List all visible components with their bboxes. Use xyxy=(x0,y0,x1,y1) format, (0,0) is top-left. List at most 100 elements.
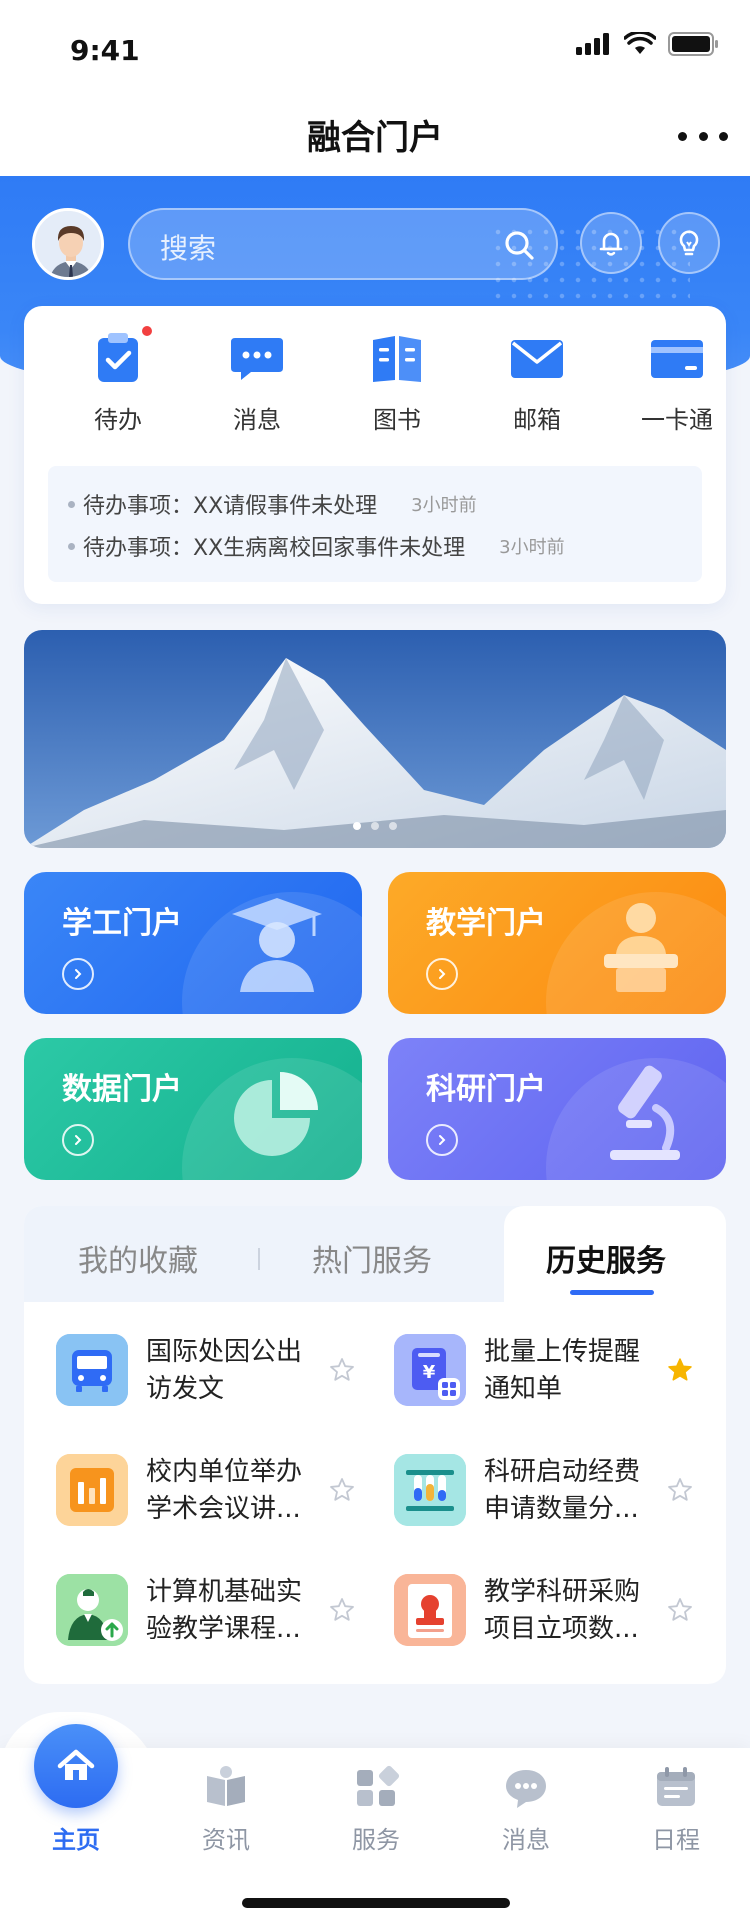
pie-chart-icon xyxy=(234,1072,318,1156)
star-outline-icon[interactable] xyxy=(328,1596,356,1624)
quick-action-label: 邮箱 xyxy=(513,406,561,434)
home-icon xyxy=(57,1749,95,1780)
quick-action-campus-card[interactable]: 一卡通 xyxy=(617,328,737,435)
tab-messages[interactable]: 消息 xyxy=(471,1762,581,1855)
todo-time: 3小时前 xyxy=(499,537,565,558)
todo-item[interactable]: 待办事项：XX生病离校回家事件未处理 3小时前 xyxy=(68,530,565,562)
tab-schedule[interactable]: 日程 xyxy=(621,1762,731,1855)
star-filled-icon[interactable] xyxy=(666,1356,694,1384)
todo-clipboard-icon xyxy=(98,333,138,382)
todo-text: 待办事项：XX生病离校回家事件未处理 xyxy=(83,536,466,561)
service-title-line: 校内单位举办 xyxy=(146,1457,303,1487)
teacher-upload-icon xyxy=(56,1574,128,1646)
tab-history[interactable]: 历史服务 xyxy=(546,1236,666,1280)
arrow-right-icon[interactable] xyxy=(62,1124,94,1156)
service-title-line: 国际处因公出 xyxy=(146,1337,303,1367)
service-title: 计算机基础实 验教学课程... xyxy=(146,1574,326,1648)
portal-research[interactable]: 科研门户 xyxy=(388,1038,726,1180)
tab-divider xyxy=(258,1248,260,1270)
service-title: 科研启动经费 申请数量分... xyxy=(484,1454,664,1528)
service-item[interactable]: 科研启动经费 申请数量分... xyxy=(394,1454,726,1554)
service-title-line: 访发文 xyxy=(146,1374,225,1404)
carousel-dot[interactable] xyxy=(353,822,361,830)
arrow-right-icon[interactable] xyxy=(426,958,458,990)
tab-label: 消息 xyxy=(502,1826,550,1854)
bullet xyxy=(68,542,75,550)
service-title: 校内单位举办 学术会议讲... xyxy=(146,1454,326,1528)
arrow-right-icon[interactable] xyxy=(426,1124,458,1156)
banner-carousel[interactable] xyxy=(24,630,726,848)
lecture-podium-icon xyxy=(604,903,678,992)
search-icon[interactable] xyxy=(502,228,536,262)
portal-title: 教学门户 xyxy=(426,906,546,941)
tab-label: 主页 xyxy=(52,1826,100,1854)
mountain-banner-image xyxy=(24,630,726,848)
grid-services-icon xyxy=(357,1765,400,1806)
service-title-line: 申请数量分... xyxy=(484,1494,639,1524)
carousel-dot[interactable] xyxy=(371,822,379,830)
tab-services[interactable]: 服务 xyxy=(321,1762,431,1855)
arrow-right-icon[interactable] xyxy=(62,958,94,990)
quick-action-label: 一卡通 xyxy=(641,406,713,434)
quick-action-label: 待办 xyxy=(94,406,142,434)
home-tab-button[interactable] xyxy=(34,1724,118,1808)
todo-text: 待办事项：XX请假事件未处理 xyxy=(83,494,378,519)
page-title: 融合门户 xyxy=(307,118,443,158)
quick-action-mail[interactable]: 邮箱 xyxy=(477,328,597,435)
star-outline-icon[interactable] xyxy=(666,1476,694,1504)
service-title-line: 项目立项数... xyxy=(484,1614,639,1644)
tab-label: 服务 xyxy=(352,1826,400,1854)
search-placeholder: 搜索 xyxy=(160,232,217,265)
bar-chart-icon xyxy=(56,1454,128,1526)
tab-label: 日程 xyxy=(652,1826,700,1854)
message-bubble-icon xyxy=(231,338,283,380)
service-title: 批量上传提醒 通知单 xyxy=(484,1334,664,1408)
tab-favorites[interactable]: 我的收藏 xyxy=(78,1236,198,1280)
card-icon xyxy=(651,340,703,378)
lightbulb-icon xyxy=(679,230,699,256)
quick-action-books[interactable]: 图书 xyxy=(337,328,457,435)
tab-home[interactable]: 主页 xyxy=(21,1812,131,1855)
service-item[interactable]: 计算机基础实 验教学课程... xyxy=(56,1574,396,1674)
carousel-indicator xyxy=(24,822,726,830)
tab-popular[interactable]: 热门服务 xyxy=(312,1236,432,1280)
tab-news[interactable]: 资讯 xyxy=(171,1762,281,1855)
service-title-line: 通知单 xyxy=(484,1374,563,1404)
home-indicator xyxy=(242,1898,510,1908)
notification-button[interactable] xyxy=(580,212,642,274)
test-tubes-icon xyxy=(394,1454,466,1526)
portal-title: 科研门户 xyxy=(426,1072,546,1107)
portal-data[interactable]: 数据门户 xyxy=(24,1038,362,1180)
mail-icon xyxy=(511,340,563,378)
svg-text:¥: ¥ xyxy=(423,1362,436,1383)
portal-teaching[interactable]: 教学门户 xyxy=(388,872,726,1014)
bell-icon xyxy=(599,232,623,256)
service-item[interactable]: 校内单位举办 学术会议讲... xyxy=(56,1454,396,1554)
service-title-line: 教学科研采购 xyxy=(484,1577,641,1607)
tab-label: 资讯 xyxy=(202,1826,250,1854)
service-item[interactable]: ¥ 批量上传提醒 通知单 xyxy=(394,1334,726,1434)
star-outline-icon[interactable] xyxy=(328,1476,356,1504)
service-title: 教学科研采购 项目立项数... xyxy=(484,1574,664,1648)
service-item[interactable]: 国际处因公出 访发文 xyxy=(56,1334,396,1434)
search-input[interactable]: 搜索 xyxy=(128,208,558,280)
quick-action-message[interactable]: 消息 xyxy=(197,328,317,435)
portal-student-affairs[interactable]: 学工门户 xyxy=(24,872,362,1014)
todo-item[interactable]: 待办事项：XX请假事件未处理 3小时前 xyxy=(68,488,477,520)
carousel-dot[interactable] xyxy=(389,822,397,830)
battery-icon xyxy=(668,32,718,56)
portal-title: 学工门户 xyxy=(62,906,182,941)
star-outline-icon[interactable] xyxy=(328,1356,356,1384)
tips-button[interactable] xyxy=(658,212,720,274)
star-outline-icon[interactable] xyxy=(666,1596,694,1624)
chat-icon xyxy=(506,1770,546,1808)
quick-action-todo[interactable]: 待办 xyxy=(58,324,178,435)
more-menu-icon[interactable] xyxy=(678,116,728,156)
todo-list: 待办事项：XX请假事件未处理 3小时前 待办事项：XX生病离校回家事件未处理 3… xyxy=(48,466,702,582)
service-item[interactable]: 教学科研采购 项目立项数... xyxy=(394,1574,726,1674)
wifi-icon xyxy=(624,32,656,54)
microscope-icon xyxy=(610,1065,680,1160)
service-title: 国际处因公出 访发文 xyxy=(146,1334,326,1408)
quick-actions-card: 待办 消息 图书 邮箱 一卡通 待办事项：XX请假事件未处理 3小时前 待办事项… xyxy=(24,306,726,604)
avatar[interactable] xyxy=(32,208,104,280)
